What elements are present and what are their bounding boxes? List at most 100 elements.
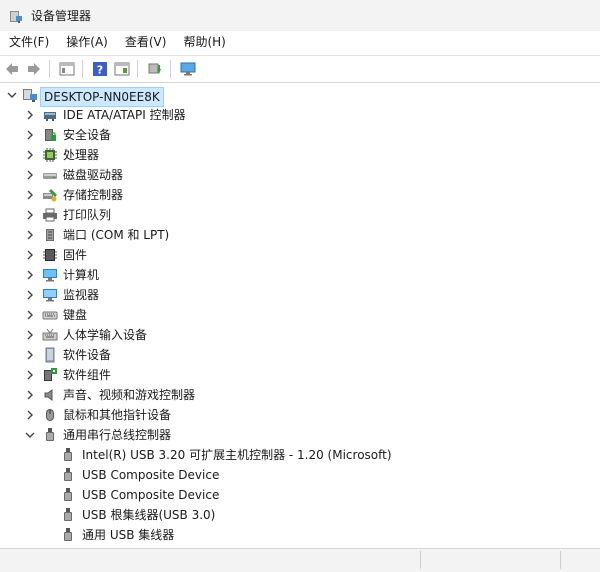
svg-text:?: ?	[97, 64, 103, 77]
tree-category-row[interactable]: 软件组件	[0, 365, 600, 385]
tree-device-row[interactable]: USB Composite Device	[0, 485, 600, 505]
chevron-right-icon[interactable]	[24, 209, 36, 221]
tree-device-row[interactable]: 通用 USB 集线器	[0, 525, 600, 545]
forward-arrow-icon	[28, 63, 40, 75]
tree-category-label: 处理器	[63, 148, 100, 162]
chevron-down-icon[interactable]	[6, 89, 18, 101]
computer-root-icon	[23, 89, 37, 102]
menu-file[interactable]: 文件(F)	[1, 31, 57, 54]
tree-device-row[interactable]: USB 根集线器(USB 3.0)	[0, 505, 600, 525]
tree-category-label: 磁盘驱动器	[63, 168, 124, 182]
tree-category-row[interactable]: 人体学输入设备	[0, 325, 600, 345]
usb-icon	[46, 428, 54, 441]
chevron-right-icon[interactable]	[24, 229, 36, 241]
tree-root-label[interactable]: DESKTOP-NN0EE8K	[40, 87, 164, 107]
tree-category-row[interactable]: 磁盘驱动器	[0, 165, 600, 185]
update-driver-button[interactable]	[145, 59, 165, 79]
tree-device-label: USB 根集线器(USB 3.0)	[82, 508, 216, 522]
usb-icon	[64, 528, 72, 541]
ide-controller-icon	[44, 112, 56, 121]
menu-bar: 文件(F) 操作(A) 查看(V) 帮助(H)	[0, 31, 600, 54]
chevron-right-icon[interactable]	[24, 269, 36, 281]
tree-category-row[interactable]: 处理器	[0, 145, 600, 165]
status-segment	[420, 551, 561, 569]
chevron-right-icon[interactable]	[24, 169, 36, 181]
storage-controller-icon	[43, 189, 57, 202]
console-tree-icon	[59, 62, 75, 76]
back-button[interactable]	[2, 59, 22, 79]
chevron-right-icon[interactable]	[24, 389, 36, 401]
tree-category-row[interactable]: 软件设备	[0, 345, 600, 365]
hid-icon	[42, 328, 58, 341]
tree-category-label: IDE ATA/ATAPI 控制器	[63, 108, 186, 122]
title-bar: 设备管理器	[0, 0, 600, 31]
tree-category-row[interactable]: 打印队列	[0, 205, 600, 225]
chevron-right-icon[interactable]	[24, 349, 36, 361]
action-pane-button[interactable]	[112, 59, 132, 79]
sound-icon	[44, 389, 53, 401]
disk-drive-icon	[43, 173, 57, 179]
tree-category-row[interactable]: 鼠标和其他指针设备	[0, 405, 600, 425]
chevron-right-icon[interactable]	[24, 329, 36, 341]
tree-category-row[interactable]: 键盘	[0, 305, 600, 325]
update-driver-icon	[148, 63, 161, 74]
menu-view[interactable]: 查看(V)	[117, 31, 175, 54]
tree-category-row[interactable]: 计算机	[0, 265, 600, 285]
chevron-right-icon[interactable]	[24, 289, 36, 301]
chevron-right-icon[interactable]	[24, 249, 36, 261]
device-manager-icon	[10, 10, 22, 23]
status-segment	[560, 551, 600, 569]
device-tree[interactable]: DESKTOP-NN0EE8K IDE ATA/ATAPI 控制器 安全设备处理器…	[0, 83, 600, 548]
usb-icon	[64, 488, 72, 501]
tree-device-label: USB Composite Device	[82, 468, 220, 482]
chevron-right-icon[interactable]	[24, 129, 36, 141]
tree-category-row[interactable]: 安全设备	[0, 125, 600, 145]
tree-category-label: 声音、视频和游戏控制器	[63, 388, 196, 402]
chevron-right-icon[interactable]	[24, 109, 36, 121]
toolbar-separator	[82, 60, 83, 78]
chevron-right-icon[interactable]	[24, 369, 36, 381]
back-arrow-icon	[6, 63, 18, 75]
port-icon	[46, 229, 54, 241]
show-hide-console-tree-button[interactable]	[57, 59, 77, 79]
chevron-right-icon[interactable]	[24, 409, 36, 421]
firmware-icon	[43, 249, 57, 261]
tree-device-row[interactable]: Intel(R) USB 3.20 可扩展主机控制器 - 1.20 (Micro…	[0, 445, 600, 465]
tree-category-row[interactable]: IDE ATA/ATAPI 控制器	[0, 105, 600, 125]
tree-category-label: 人体学输入设备	[63, 328, 148, 342]
chevron-right-icon[interactable]	[24, 149, 36, 161]
window-title: 设备管理器	[31, 9, 92, 23]
toolbar-separator	[49, 60, 50, 78]
chevron-down-icon[interactable]	[24, 429, 36, 441]
tree-category-label: 鼠标和其他指针设备	[63, 408, 172, 422]
tree-device-label: USB Composite Device	[82, 488, 220, 502]
chevron-right-icon[interactable]	[24, 189, 36, 201]
tree-category-row[interactable]: 声音、视频和游戏控制器	[0, 385, 600, 405]
tree-category-row[interactable]: 固件	[0, 245, 600, 265]
tree-category-row[interactable]: 端口 (COM 和 LPT)	[0, 225, 600, 245]
tree-device-row[interactable]: USB Composite Device	[0, 465, 600, 485]
forward-button[interactable]	[24, 59, 44, 79]
printer-icon	[43, 208, 57, 222]
monitor-icon	[43, 289, 57, 302]
scan-hardware-button[interactable]	[178, 59, 198, 79]
scan-hardware-icon	[180, 62, 196, 76]
menu-action[interactable]: 操作(A)	[58, 31, 116, 54]
chevron-right-icon[interactable]	[24, 309, 36, 321]
usb-icon	[64, 508, 72, 521]
tree-category-row[interactable]: 通用串行总线控制器	[0, 425, 600, 445]
help-icon: ?	[93, 62, 107, 77]
tree-category-row[interactable]: 存储控制器	[0, 185, 600, 205]
tree-category-label: 通用串行总线控制器	[63, 428, 172, 442]
menu-help[interactable]: 帮助(H)	[175, 31, 233, 54]
tree-category-label: 打印队列	[63, 208, 112, 222]
tree-category-row[interactable]: 监视器	[0, 285, 600, 305]
software-component-icon	[44, 368, 57, 381]
usb-icon	[64, 448, 72, 461]
tree-category-label: 监视器	[63, 288, 100, 302]
help-button[interactable]: ?	[90, 59, 110, 79]
tree-device-label: 通用 USB 集线器	[82, 528, 175, 542]
tree-category-label: 安全设备	[63, 128, 112, 142]
security-device-icon	[45, 129, 56, 141]
tree-root-row[interactable]: DESKTOP-NN0EE8K	[0, 85, 600, 107]
